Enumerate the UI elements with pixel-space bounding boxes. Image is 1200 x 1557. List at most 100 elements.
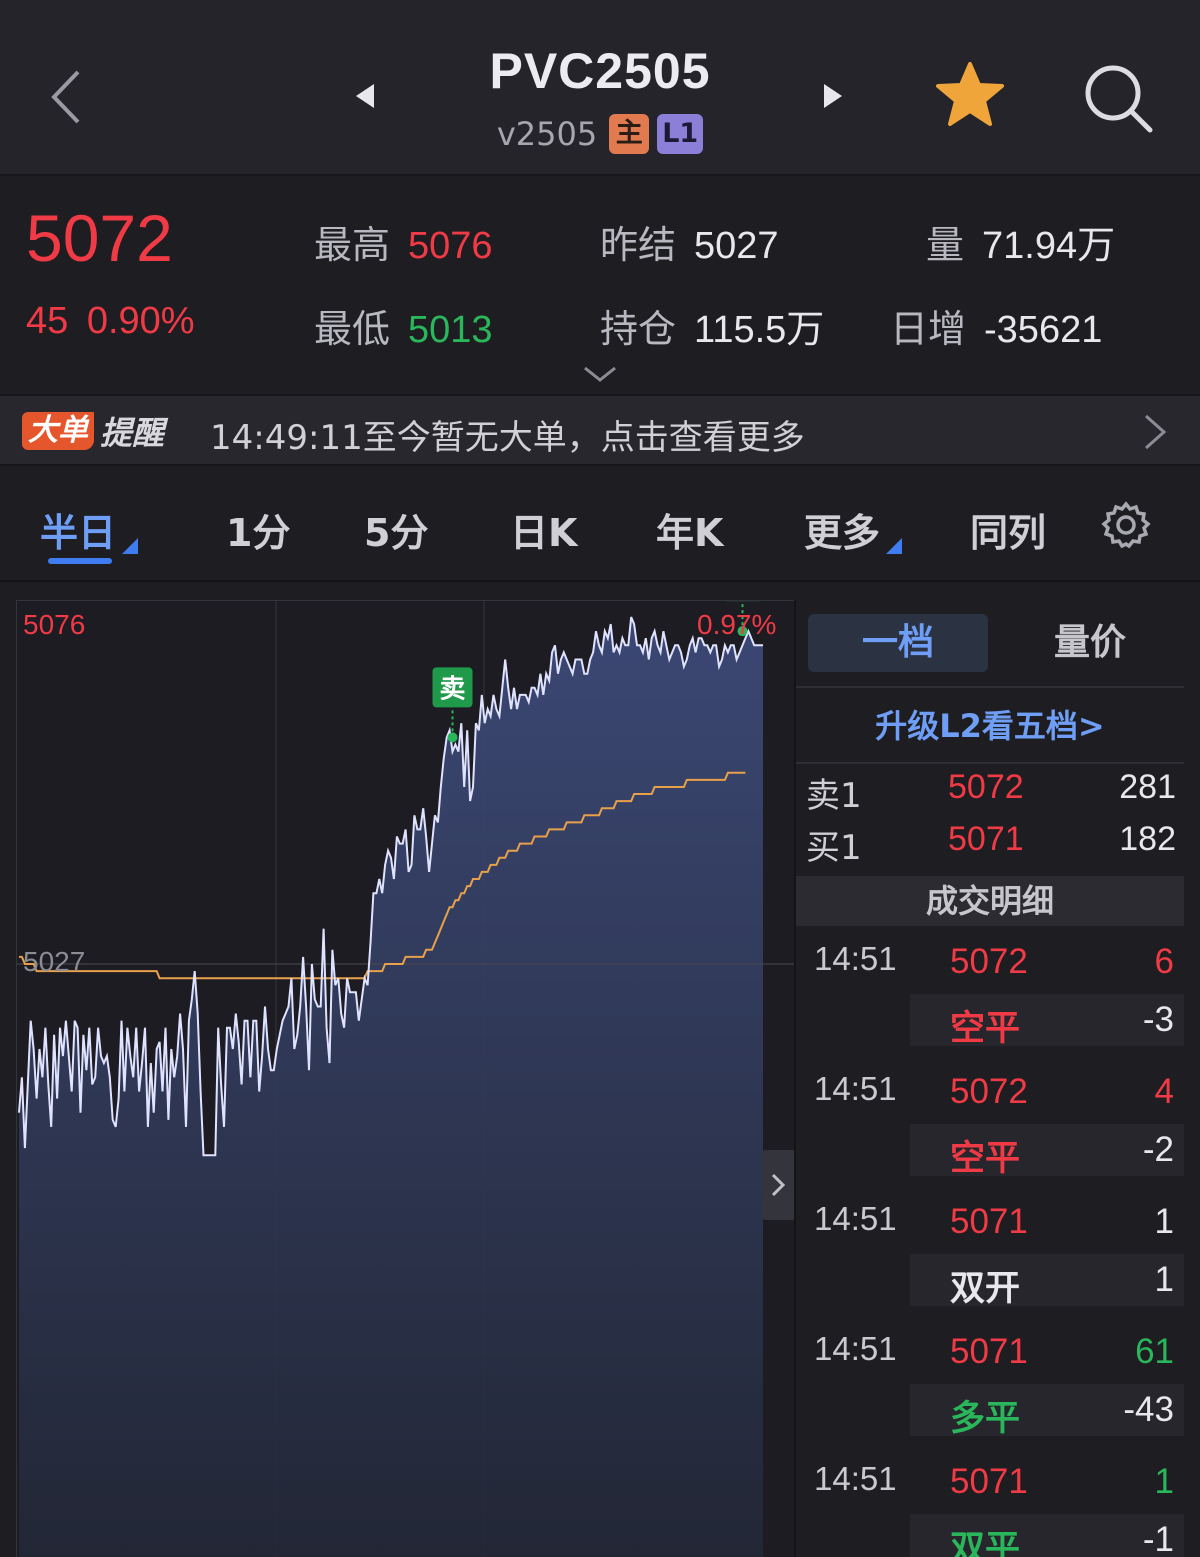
trade-oi-change: -1	[1142, 1520, 1174, 1557]
trade-detail-title: 成交明细	[796, 876, 1184, 926]
tab-more[interactable]: 更多	[804, 502, 903, 557]
dropdown-corner-icon	[886, 538, 903, 554]
period-tabs: 半日 1分 5分 日K 年K 更多 同列	[0, 468, 1200, 582]
daily-increase-label: 日增	[890, 307, 967, 351]
trade-time: 14:51	[814, 1460, 897, 1497]
volume-stat: 量 71.94万	[926, 214, 1115, 269]
remind-badge-text: 提醒	[100, 414, 165, 452]
big-order-badge-text: 大单	[22, 412, 94, 450]
chevron-down-icon[interactable]	[582, 364, 618, 384]
chevron-right-icon	[771, 1173, 786, 1197]
collapse-panel-handle[interactable]	[762, 1150, 794, 1220]
ask-price: 5072	[948, 768, 1024, 806]
price-area-fill	[19, 617, 763, 1557]
trade-row: 14:51 5072 4 空平 -2	[796, 1060, 1184, 1179]
trade-oi-change: 1	[1154, 1260, 1174, 1299]
contract-subtitle: v2505 主 L1	[400, 114, 800, 154]
trade-time: 14:51	[814, 1070, 897, 1107]
trade-price: 5072	[950, 942, 1028, 981]
back-icon[interactable]	[40, 62, 90, 132]
search-icon[interactable]	[1080, 60, 1156, 136]
trade-type: 空平	[950, 1139, 1021, 1179]
quote-panel: 5072 45 0.90% 最高 5076 最低 5013 昨结 5027 持仓 115…	[0, 178, 1200, 392]
high-stat: 最高 5076	[314, 214, 493, 269]
high-value: 5076	[408, 225, 493, 267]
active-tab-indicator	[48, 558, 112, 564]
trade-type: 双开	[950, 1269, 1021, 1309]
sell-marker-dot	[447, 732, 458, 743]
trade-type-row: 空平 -2	[910, 1124, 1184, 1179]
low-stat: 最低 5013	[314, 298, 493, 353]
trade-time: 14:51	[814, 1330, 897, 1367]
trade-oi-change: -2	[1142, 1130, 1174, 1169]
trade-volume: 1	[1154, 1202, 1174, 1241]
trade-type-row: 空平 -3	[910, 994, 1184, 1049]
volume-value: 71.94万	[982, 225, 1116, 267]
trade-price: 5071	[950, 1462, 1028, 1501]
trade-oi-change: -3	[1142, 1000, 1174, 1039]
trade-type: 空平	[950, 1009, 1021, 1049]
trade-type-row: 双开 1	[910, 1254, 1184, 1309]
low-value: 5013	[408, 309, 493, 351]
tab-1min[interactable]: 1分	[226, 502, 290, 557]
high-label: 最高	[314, 223, 391, 267]
trade-time: 14:51	[814, 1200, 897, 1237]
trade-volume: 6	[1154, 942, 1174, 981]
book-tabs: 一档 量价	[808, 614, 1186, 672]
open-interest-label: 持仓	[600, 307, 677, 351]
trade-type-row: 多平 -43	[910, 1384, 1184, 1439]
daily-increase-value: -35621	[984, 309, 1103, 351]
tab-5min[interactable]: 5分	[364, 502, 428, 557]
ask-label: 卖1	[806, 776, 862, 816]
trade-type: 双平	[950, 1529, 1021, 1557]
chevron-right-icon[interactable]	[1140, 412, 1170, 452]
trade-type: 多平	[950, 1399, 1021, 1439]
alert-message: 14:49:11至今暂无大单，点击查看更多	[210, 418, 805, 458]
trade-row: 14:51 5072 6 空平 -3	[796, 930, 1184, 1049]
bid-level: 买1 5071 182	[806, 820, 1176, 870]
trade-volume: 4	[1154, 1072, 1174, 1111]
big-order-alert[interactable]: 大单 提醒 14:49:11至今暂无大单，点击查看更多	[0, 394, 1200, 466]
change-value: 45	[26, 300, 69, 342]
trade-oi-change: -43	[1123, 1390, 1174, 1429]
next-contract-icon[interactable]	[818, 80, 848, 112]
trade-price: 5072	[950, 1072, 1028, 1111]
top-bar: PVC2505 v2505 主 L1	[0, 0, 1200, 176]
trade-volume: 1	[1154, 1462, 1174, 1501]
tab-half-day[interactable]: 半日	[40, 502, 139, 557]
order-book-panel: 一档 量价 升级L2看五档> 卖1 5072 281 买1 5071 182 成…	[794, 600, 1200, 1557]
contract-code: v2505	[496, 115, 598, 153]
level-badge: L1	[657, 114, 704, 154]
low-label: 最低	[314, 307, 391, 351]
tab-level-one[interactable]: 一档	[808, 614, 988, 672]
trade-row: 14:51 5071 1 双平 -1	[796, 1450, 1184, 1557]
dropdown-corner-icon	[122, 538, 139, 554]
upgrade-l2-link[interactable]: 升级L2看五档>	[796, 686, 1184, 764]
intraday-chart[interactable]: 卖卖 5076 0.97% 5027	[16, 600, 795, 1557]
gear-icon[interactable]	[1100, 500, 1152, 552]
trade-type-row: 双平 -1	[910, 1514, 1184, 1557]
trade-row: 14:51 5071 61 多平 -43	[796, 1320, 1184, 1439]
prev-settle-label: 昨结	[600, 223, 677, 267]
bid-volume: 182	[1119, 820, 1176, 858]
previous-contract-icon[interactable]	[350, 80, 380, 112]
ask-level: 卖1 5072 281	[806, 768, 1176, 818]
open-interest-value: 115.5万	[694, 309, 825, 351]
prev-settle-stat: 昨结 5027	[600, 214, 779, 269]
open-interest-stat: 持仓 115.5万	[600, 298, 824, 353]
chart-high-pct-label: 0.97%	[697, 609, 777, 640]
volume-label: 量	[926, 223, 965, 267]
tab-half-day-label: 半日	[40, 511, 117, 555]
tab-daily-k[interactable]: 日K	[510, 502, 577, 557]
contract-title: PVC2505	[489, 43, 711, 99]
ask-volume: 281	[1119, 768, 1176, 806]
sell-marker-label: 卖	[440, 674, 466, 704]
favorite-star-icon[interactable]	[934, 58, 1006, 130]
tab-yearly-k[interactable]: 年K	[656, 502, 723, 557]
chart-prev-settle-label: 5027	[23, 946, 86, 977]
tab-volume-price[interactable]: 量价	[1000, 614, 1180, 672]
tab-same-series[interactable]: 同列	[970, 502, 1046, 557]
trade-price: 5071	[950, 1202, 1028, 1241]
tab-more-label: 更多	[804, 511, 881, 555]
main-contract-badge: 主	[609, 114, 650, 154]
